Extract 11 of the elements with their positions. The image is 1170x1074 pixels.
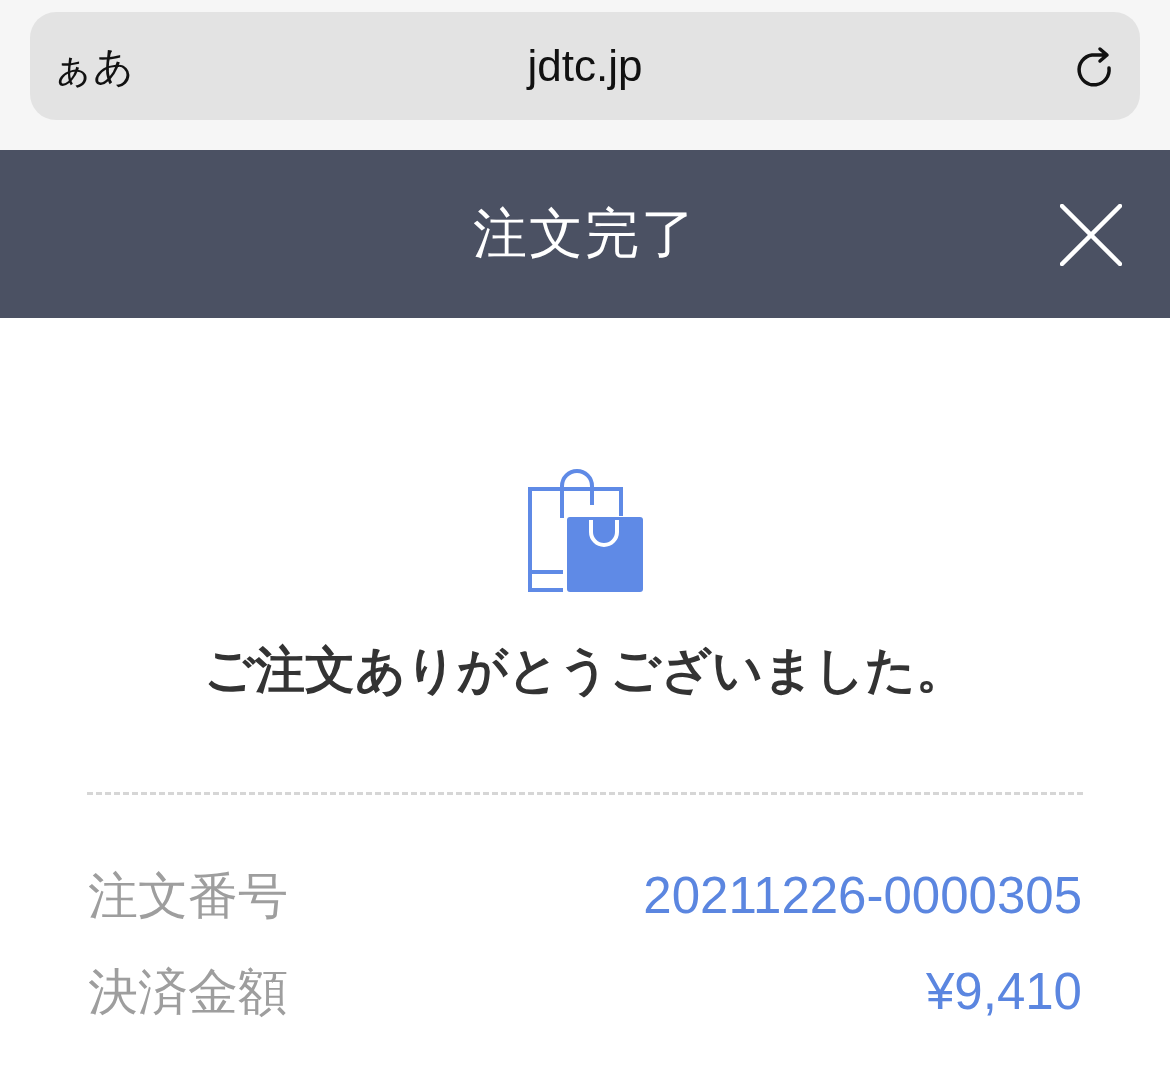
detail-value: ¥9,410 [926, 962, 1082, 1023]
thank-you-message: ご注文ありがとうございました。 [204, 640, 966, 700]
detail-value: 20211226-0000305 [643, 866, 1082, 927]
shopping-bags-icon [527, 468, 643, 592]
close-icon[interactable] [1060, 204, 1122, 266]
detail-label: 決済金額 [88, 962, 288, 1022]
text-size-button[interactable]: ぁあ [52, 46, 134, 86]
detail-label: 注文番号 [88, 866, 288, 926]
address-bar[interactable]: ぁあ jdtc.jp [30, 12, 1140, 120]
address-text: jdtc.jp [527, 44, 643, 88]
page-title: 注文完了 [473, 200, 697, 267]
